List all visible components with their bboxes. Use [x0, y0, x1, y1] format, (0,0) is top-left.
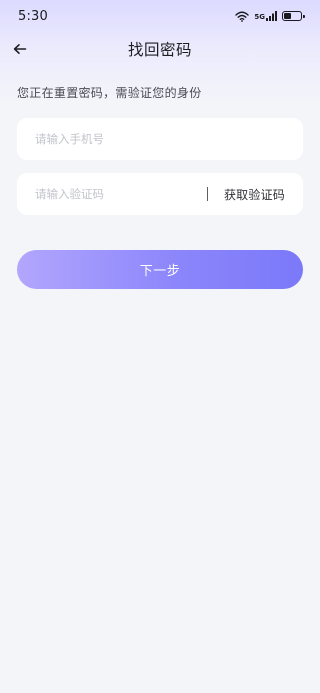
- back-button[interactable]: [8, 37, 32, 61]
- battery-icon: [282, 11, 305, 21]
- next-step-button[interactable]: 下一步: [17, 250, 303, 289]
- page-title: 找回密码: [127, 41, 192, 59]
- network-type-label: 5G: [254, 13, 265, 21]
- get-code-button[interactable]: 获取验证码: [224, 173, 285, 215]
- verification-code-input[interactable]: [35, 187, 195, 201]
- status-time: 5:30: [18, 8, 48, 24]
- navigation-bar: 找回密码: [0, 33, 320, 65]
- verification-hint-text: 您正在重置密码，需验证您的身份: [17, 86, 202, 100]
- arrow-left-icon: [13, 40, 27, 59]
- code-field-container: 获取验证码: [17, 173, 303, 215]
- phone-input[interactable]: [35, 132, 285, 146]
- field-divider: [207, 187, 209, 201]
- status-icons: 5G: [235, 7, 305, 26]
- wifi-icon: [235, 7, 250, 26]
- status-bar: 5:30 5G: [0, 0, 320, 32]
- cellular-signal-icon: 5G: [254, 11, 277, 21]
- battery-level-fill: [284, 13, 292, 19]
- phone-field-container: [17, 118, 303, 160]
